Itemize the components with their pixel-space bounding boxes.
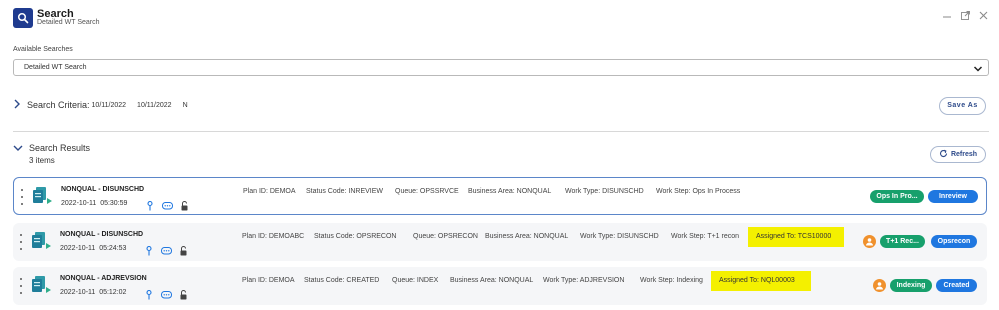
refresh-label: Refresh: [950, 151, 978, 158]
assigned-to: Assigned To: TCS10000: [748, 227, 844, 247]
work-step-badge: Ops In Pro...: [870, 190, 924, 203]
criteria-date-to: 10/11/2022: [137, 101, 172, 109]
assigned-to: Assigned To: NQL00003: [711, 271, 811, 291]
item-timestamp: 2022-10-11 05:12:02: [60, 289, 127, 296]
status-badge: Inreview: [928, 190, 978, 203]
search-criteria-toggle[interactable]: Search Criteria: 10/11/2022 10/11/2022 N: [13, 98, 188, 112]
chevron-right-icon: [13, 96, 21, 114]
unlock-icon[interactable]: [180, 243, 187, 261]
user-icon: [873, 279, 886, 292]
work-step: Work Step: T+1 recon: [671, 233, 740, 240]
work-step-badge: Indexing: [890, 279, 932, 292]
user-icon: [863, 235, 876, 248]
work-type: Work Type: DISUNSCHD: [565, 188, 644, 195]
result-item[interactable]: NONQUAL - DISUNSCHD 2022-10-11 05:30:59 …: [13, 177, 987, 215]
queue: Queue: INDEX: [392, 277, 439, 284]
work-step: Work Step: Ops In Process: [656, 188, 741, 195]
search-results-title: Search Results: [29, 143, 91, 153]
queue: Queue: OPSSRVCE: [395, 188, 459, 195]
criteria-date-from: 10/11/2022: [91, 101, 127, 109]
item-name[interactable]: NONQUAL - ADJREVSION: [60, 275, 147, 282]
search-results-toggle[interactable]: Search Results: [13, 142, 90, 154]
available-searches-select[interactable]: Detailed WT Search: [13, 59, 989, 76]
work-step: Work Step: Indexing: [640, 277, 703, 284]
status-code: Status Code: INREVIEW: [306, 188, 384, 195]
item-name[interactable]: NONQUAL - DISUNSCHD: [60, 231, 143, 238]
chevron-down-icon: [13, 139, 23, 157]
result-item[interactable]: NONQUAL - DISUNSCHD 2022-10-11 05:24:53 …: [13, 223, 987, 261]
divider: [13, 131, 989, 132]
pin-icon[interactable]: [146, 243, 152, 261]
refresh-button[interactable]: Refresh: [930, 146, 986, 163]
select-value: Detailed WT Search: [24, 64, 87, 71]
pin-icon[interactable]: [147, 198, 153, 216]
comment-icon[interactable]: [162, 198, 173, 216]
status-code: Status Code: CREATED: [304, 277, 380, 284]
chevron-down-icon[interactable]: [973, 62, 983, 80]
work-type: Work Type: DISUNSCHD: [580, 233, 659, 240]
criteria-flag: N: [182, 101, 188, 109]
refresh-icon: [939, 149, 948, 160]
search-criteria-title: Search Criteria:: [27, 100, 90, 110]
work-type: Work Type: ADJREVSION: [543, 277, 625, 284]
status-badge: Created: [936, 279, 977, 292]
drag-handle-icon[interactable]: [20, 189, 24, 205]
comment-icon[interactable]: [161, 243, 172, 261]
pin-icon[interactable]: [146, 287, 152, 305]
business-area: Business Area: NONQUAL: [450, 277, 534, 284]
comment-icon[interactable]: [161, 287, 172, 305]
status-badge: Opsrecon: [931, 235, 977, 248]
drag-handle-icon[interactable]: [19, 278, 23, 294]
work-step-badge: T+1 Rec...: [880, 235, 925, 248]
results-count: 3 items: [29, 156, 55, 165]
status-code: Status Code: OPSRECON: [314, 233, 397, 240]
document-icon: [30, 275, 52, 300]
drag-handle-icon[interactable]: [19, 234, 23, 250]
save-as-button[interactable]: Save As: [939, 97, 986, 115]
document-icon: [30, 231, 52, 256]
queue: Queue: OPSRECON: [413, 233, 478, 240]
popout-icon[interactable]: [961, 10, 970, 24]
item-timestamp: 2022-10-11 05:30:59: [61, 200, 128, 207]
result-item[interactable]: NONQUAL - ADJREVSION 2022-10-11 05:12:02…: [13, 267, 987, 305]
business-area: Business Area: NONQUAL: [485, 233, 569, 240]
item-timestamp: 2022-10-11 05:24:53: [60, 245, 127, 252]
window-header: Search Detailed WT Search: [0, 0, 999, 40]
close-icon[interactable]: [979, 10, 988, 24]
item-name[interactable]: NONQUAL - DISUNSCHD: [61, 186, 144, 193]
plan-id: Plan ID: DEMOA: [243, 188, 296, 195]
available-searches-label: Available Searches: [13, 46, 73, 53]
page-subtitle: Detailed WT Search: [37, 19, 100, 26]
plan-id: Plan ID: DEMOABC: [242, 233, 305, 240]
unlock-icon[interactable]: [180, 287, 187, 305]
business-area: Business Area: NONQUAL: [468, 188, 552, 195]
minimize-icon[interactable]: [943, 10, 951, 24]
document-icon: [31, 186, 53, 211]
plan-id: Plan ID: DEMOA: [242, 277, 295, 284]
unlock-icon[interactable]: [181, 198, 188, 216]
search-icon: [13, 8, 33, 28]
